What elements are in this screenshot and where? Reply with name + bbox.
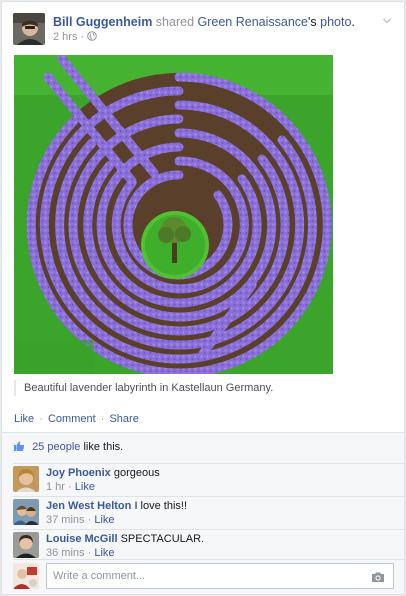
like-link[interactable]: Like <box>14 413 34 425</box>
comment-text: SPECTACULAR. <box>120 533 205 545</box>
post-photo[interactable] <box>14 55 333 374</box>
comment-author-link[interactable]: Louise McGill <box>46 533 118 545</box>
action-separator: · <box>100 413 105 425</box>
action-text: shared <box>155 15 195 29</box>
commenter-avatar[interactable] <box>13 532 39 558</box>
viewer-avatar <box>13 563 39 589</box>
photo-link[interactable]: photo <box>320 15 351 29</box>
author-avatar[interactable] <box>13 13 45 45</box>
comment-item: Jen West Helton I love this!! 37 mins · … <box>13 499 394 531</box>
comment-text: gorgeous <box>113 467 160 479</box>
comment-like-link[interactable]: Like <box>94 547 114 559</box>
comment-time[interactable]: 36 mins <box>46 547 85 559</box>
globe-icon[interactable] <box>87 31 98 41</box>
comment-item: Joy Phoenix gorgeous 1 hr · Like <box>13 466 394 498</box>
author-name-link[interactable]: Bill Guggenheim <box>53 15 152 29</box>
commenter-avatar[interactable] <box>13 499 39 525</box>
feedback-section: 25 people like this. Joy Phoenix gorgeou… <box>2 432 404 594</box>
comment-text: I love this!! <box>134 500 188 512</box>
likes-summary: 25 people like this. <box>13 440 123 456</box>
comment-author-link[interactable]: Jen West Helton <box>46 500 131 512</box>
divider <box>13 496 404 497</box>
comment-like-link[interactable]: Like <box>75 481 95 493</box>
meta-separator: · <box>87 514 92 526</box>
comment-meta: 37 mins · Like <box>46 513 115 528</box>
divider <box>13 559 404 560</box>
likes-suffix: like this. <box>83 441 124 453</box>
post-card: Bill Guggenheim shared Green Renaissance… <box>1 1 405 595</box>
photo-caption: Beautiful lavender labyrinth in Kastella… <box>14 380 394 396</box>
meta-separator: · <box>68 481 72 493</box>
meta-separator: · <box>80 31 85 43</box>
action-separator: · <box>39 413 43 425</box>
comment-author-link[interactable]: Joy Phoenix <box>46 467 111 479</box>
chevron-down-icon[interactable] <box>382 16 392 26</box>
comment-placeholder: Write a comment... <box>53 570 146 582</box>
comment-composer: Write a comment... <box>13 563 394 589</box>
divider <box>13 529 404 530</box>
comment-like-link[interactable]: Like <box>94 514 114 526</box>
divider <box>13 463 404 464</box>
meta-separator: · <box>87 547 92 559</box>
post-actions: Like · Comment · Share <box>14 412 139 426</box>
comment-meta: 1 hr · Like <box>46 480 95 495</box>
post-meta: 2 hrs · <box>53 30 98 44</box>
comment-body: Jen West Helton I love this!! <box>46 499 187 514</box>
post-header: Bill Guggenheim shared Green Renaissance… <box>13 13 394 45</box>
thumbs-up-icon <box>14 441 25 451</box>
share-link[interactable]: Share <box>109 413 138 425</box>
comment-time[interactable]: 37 mins <box>46 514 85 526</box>
comment-body: Louise McGill SPECTACULAR. <box>46 532 204 547</box>
camera-icon[interactable] <box>371 571 385 583</box>
comment-time[interactable]: 1 hr <box>46 481 65 493</box>
headline-punct: . <box>351 15 355 29</box>
comment-input[interactable]: Write a comment... <box>46 563 394 589</box>
commenter-avatar[interactable] <box>13 466 39 492</box>
comment-body: Joy Phoenix gorgeous <box>46 466 160 481</box>
story-headline: Bill Guggenheim shared Green Renaissance… <box>53 14 355 30</box>
source-suffix: 's <box>308 15 317 29</box>
post-timestamp[interactable]: 2 hrs <box>53 31 77 43</box>
comment-link[interactable]: Comment <box>48 413 96 425</box>
likers-link[interactable]: 25 people <box>32 441 80 453</box>
source-page-link[interactable]: Green Renaissance <box>198 15 308 29</box>
